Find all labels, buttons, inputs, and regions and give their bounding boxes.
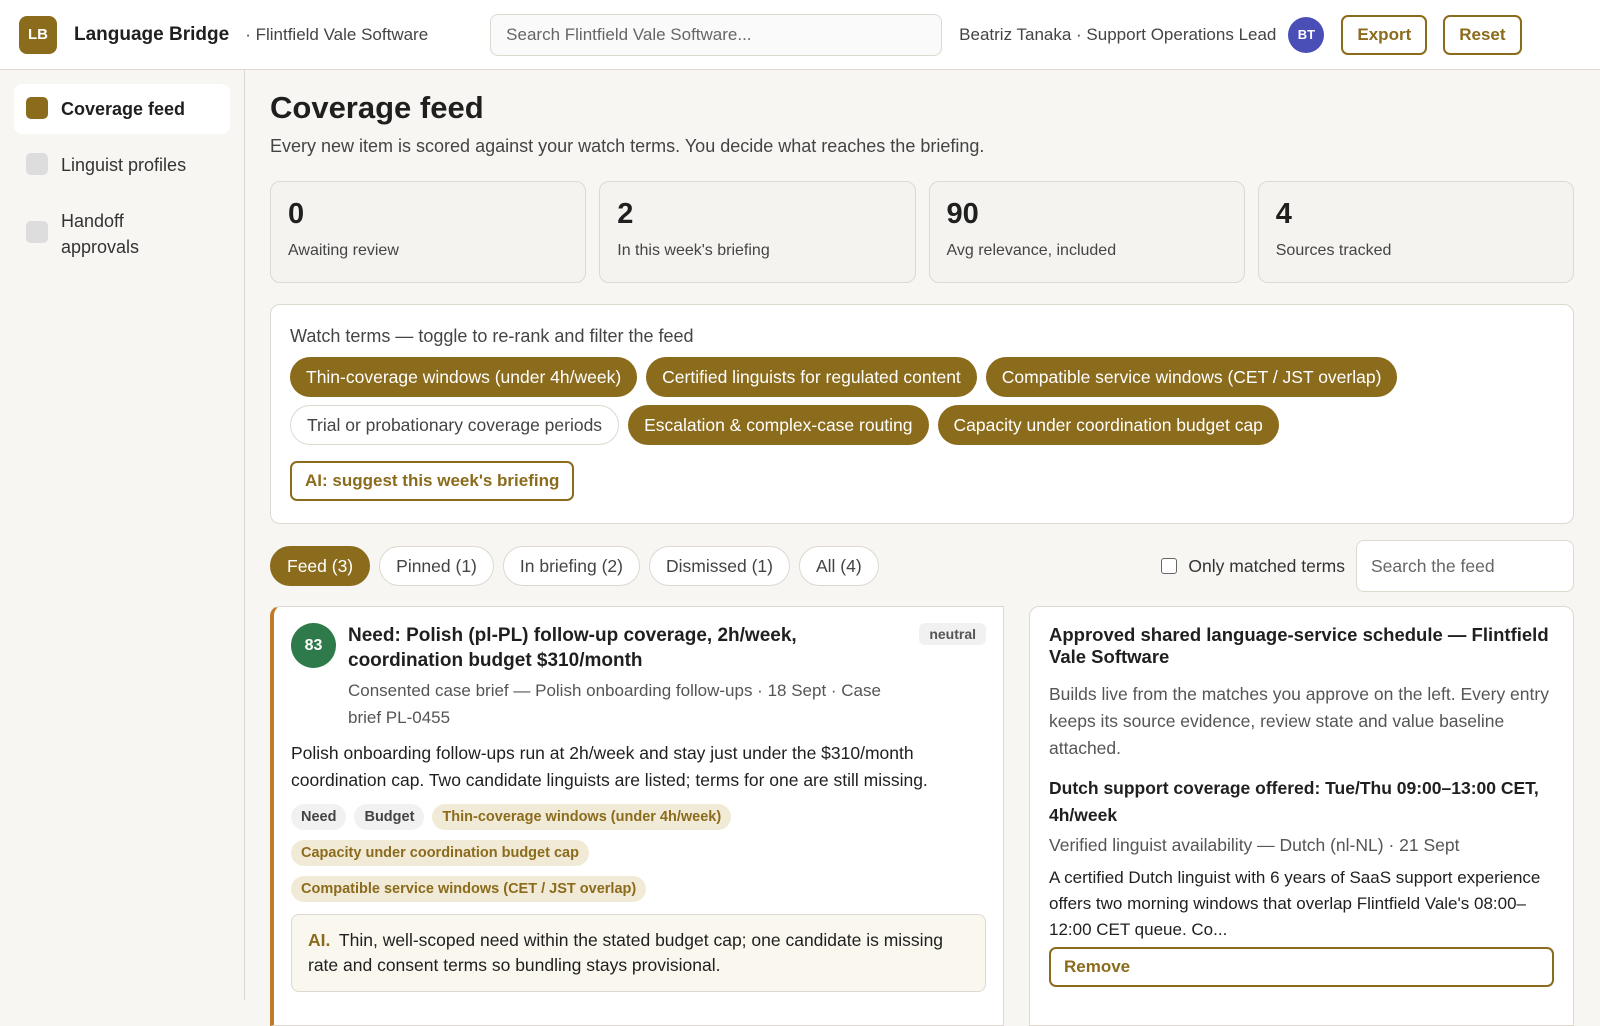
user-name: Beatriz Tanaka · Support Operations Lead bbox=[959, 24, 1277, 44]
feed-card[interactable]: 83 neutral Need: Polish (pl-PL) follow-u… bbox=[270, 606, 1004, 1026]
handoff-approvals-icon bbox=[26, 221, 48, 243]
term-tag: Capacity under coordination budget cap bbox=[291, 840, 589, 866]
org-name: · Flintfield Vale Software bbox=[245, 24, 429, 44]
watch-term-chips: Thin-coverage windows (under 4h/week) Ce… bbox=[290, 357, 1510, 445]
stat-card: 4 Sources tracked bbox=[1257, 181, 1574, 283]
feed-card-body: Polish onboarding follow-ups run at 2h/w… bbox=[291, 743, 928, 790]
avatar[interactable]: BT bbox=[1288, 16, 1325, 53]
remove-button[interactable]: Remove bbox=[1049, 947, 1554, 987]
page-subtitle: Every new item is scored against your wa… bbox=[270, 136, 985, 156]
sidebar-item-label: Handoff approvals bbox=[61, 211, 140, 257]
tab-pinned[interactable]: Pinned (1) bbox=[379, 546, 494, 586]
stat-value: 90 bbox=[946, 198, 979, 230]
export-button[interactable]: Export bbox=[1341, 14, 1428, 55]
watch-term-chip[interactable]: Thin-coverage windows (under 4h/week) bbox=[290, 357, 638, 397]
stat-value: 4 bbox=[1275, 198, 1292, 230]
schedule-entry-meta: Verified linguist availability — Dutch (… bbox=[1049, 835, 1460, 855]
stat-label: Avg relevance, included bbox=[946, 242, 1117, 259]
ai-note-text: Thin, well-scoped need within the stated… bbox=[308, 930, 944, 975]
term-tag: Thin-coverage windows (under 4h/week) bbox=[432, 804, 732, 830]
sidebar-item-label: Linguist profiles bbox=[61, 155, 187, 175]
main-content: Coverage feed Every new item is scored a… bbox=[270, 70, 1574, 1026]
watch-term-chip[interactable]: Trial or probationary coverage periods bbox=[290, 405, 620, 445]
tag: Need bbox=[291, 804, 347, 830]
only-matched-checkbox[interactable] bbox=[1161, 558, 1178, 574]
watch-term-chip[interactable]: Compatible service windows (CET / JST ov… bbox=[985, 357, 1398, 397]
global-search-input[interactable]: Search Flintfield Vale Software... bbox=[490, 13, 943, 56]
app-name: Language Bridge bbox=[74, 23, 230, 45]
stat-value: 2 bbox=[617, 198, 634, 230]
sidebar-item-label: Coverage feed bbox=[61, 99, 186, 119]
coverage-feed-icon bbox=[26, 97, 48, 119]
watch-term-chip[interactable]: Escalation & complex-case routing bbox=[628, 405, 929, 445]
tab-dismissed[interactable]: Dismissed (1) bbox=[649, 546, 790, 586]
watch-term-chip[interactable]: Certified linguists for regulated conten… bbox=[646, 357, 977, 397]
stat-card: 2 In this week's briefing bbox=[599, 181, 916, 283]
stats-row: 0 Awaiting review 2 In this week's brief… bbox=[270, 181, 1574, 283]
schedule-entry-title: Dutch support coverage offered: Tue/Thu … bbox=[1049, 778, 1539, 825]
stat-label: Sources tracked bbox=[1275, 242, 1392, 259]
page-title: Coverage feed bbox=[270, 90, 484, 125]
ai-suggest-briefing-button[interactable]: AI: suggest this week's briefing bbox=[290, 461, 575, 501]
term-tag: Compatible service windows (CET / JST ov… bbox=[291, 876, 647, 902]
only-matched-toggle[interactable]: Only matched terms bbox=[1161, 556, 1345, 577]
sidebar: Coverage feed Linguist profiles Handoff … bbox=[0, 70, 245, 1000]
watch-term-chip[interactable]: Capacity under coordination budget cap bbox=[937, 405, 1279, 445]
stat-card: 0 Awaiting review bbox=[270, 181, 587, 283]
watch-terms-title: Watch terms — toggle to re-rank and filt… bbox=[290, 326, 694, 346]
feed-search-input[interactable]: Search the feed bbox=[1356, 540, 1574, 592]
app-logo: LB bbox=[19, 15, 57, 54]
linguist-profiles-icon bbox=[26, 153, 48, 175]
tab-feed[interactable]: Feed (3) bbox=[270, 546, 371, 586]
relevance-score-badge: 83 bbox=[291, 623, 336, 668]
tag: Budget bbox=[354, 804, 425, 830]
sidebar-item-coverage-feed[interactable]: Coverage feed bbox=[14, 84, 230, 134]
tab-in-briefing[interactable]: In briefing (2) bbox=[502, 546, 640, 586]
stat-label: Awaiting review bbox=[288, 242, 399, 259]
ai-note: AI. Thin, well-scoped need within the st… bbox=[291, 914, 986, 992]
schedule-title: Approved shared language-service schedul… bbox=[1049, 624, 1549, 667]
feed-card-header: Need: Polish (pl-PL) follow-up coverage,… bbox=[348, 623, 916, 731]
content-columns: 83 neutral Need: Polish (pl-PL) follow-u… bbox=[270, 606, 1574, 1026]
schedule-entry-body: A certified Dutch linguist with 6 years … bbox=[1049, 868, 1541, 939]
sidebar-item-handoff-approvals[interactable]: Handoff approvals bbox=[14, 196, 230, 272]
schedule-description: Builds live from the matches you approve… bbox=[1049, 684, 1549, 758]
top-bar: LB Language Bridge · Flintfield Vale Sof… bbox=[0, 0, 1600, 70]
only-matched-label: Only matched terms bbox=[1188, 555, 1345, 576]
feed-filters: Feed (3) Pinned (1) In briefing (2) Dism… bbox=[270, 540, 1574, 592]
watch-terms-panel: Watch terms — toggle to re-rank and filt… bbox=[270, 304, 1574, 524]
stat-value: 0 bbox=[288, 198, 305, 230]
reset-button[interactable]: Reset bbox=[1443, 14, 1522, 55]
stat-card: 90 Avg relevance, included bbox=[928, 181, 1245, 283]
stat-label: In this week's briefing bbox=[617, 242, 770, 259]
sentiment-badge: neutral bbox=[919, 623, 986, 645]
tab-all[interactable]: All (4) bbox=[798, 546, 879, 586]
feed-card-title: Need: Polish (pl-PL) follow-up coverage,… bbox=[348, 625, 797, 671]
feed-card-tags: Need Budget Thin-coverage windows (under… bbox=[291, 804, 891, 902]
schedule-panel: Approved shared language-service schedul… bbox=[1029, 606, 1574, 1026]
ai-note-label: AI. bbox=[308, 930, 331, 950]
feed-card-meta: Consented case brief — Polish onboarding… bbox=[348, 681, 881, 727]
sidebar-item-linguist-profiles[interactable]: Linguist profiles bbox=[14, 140, 230, 190]
